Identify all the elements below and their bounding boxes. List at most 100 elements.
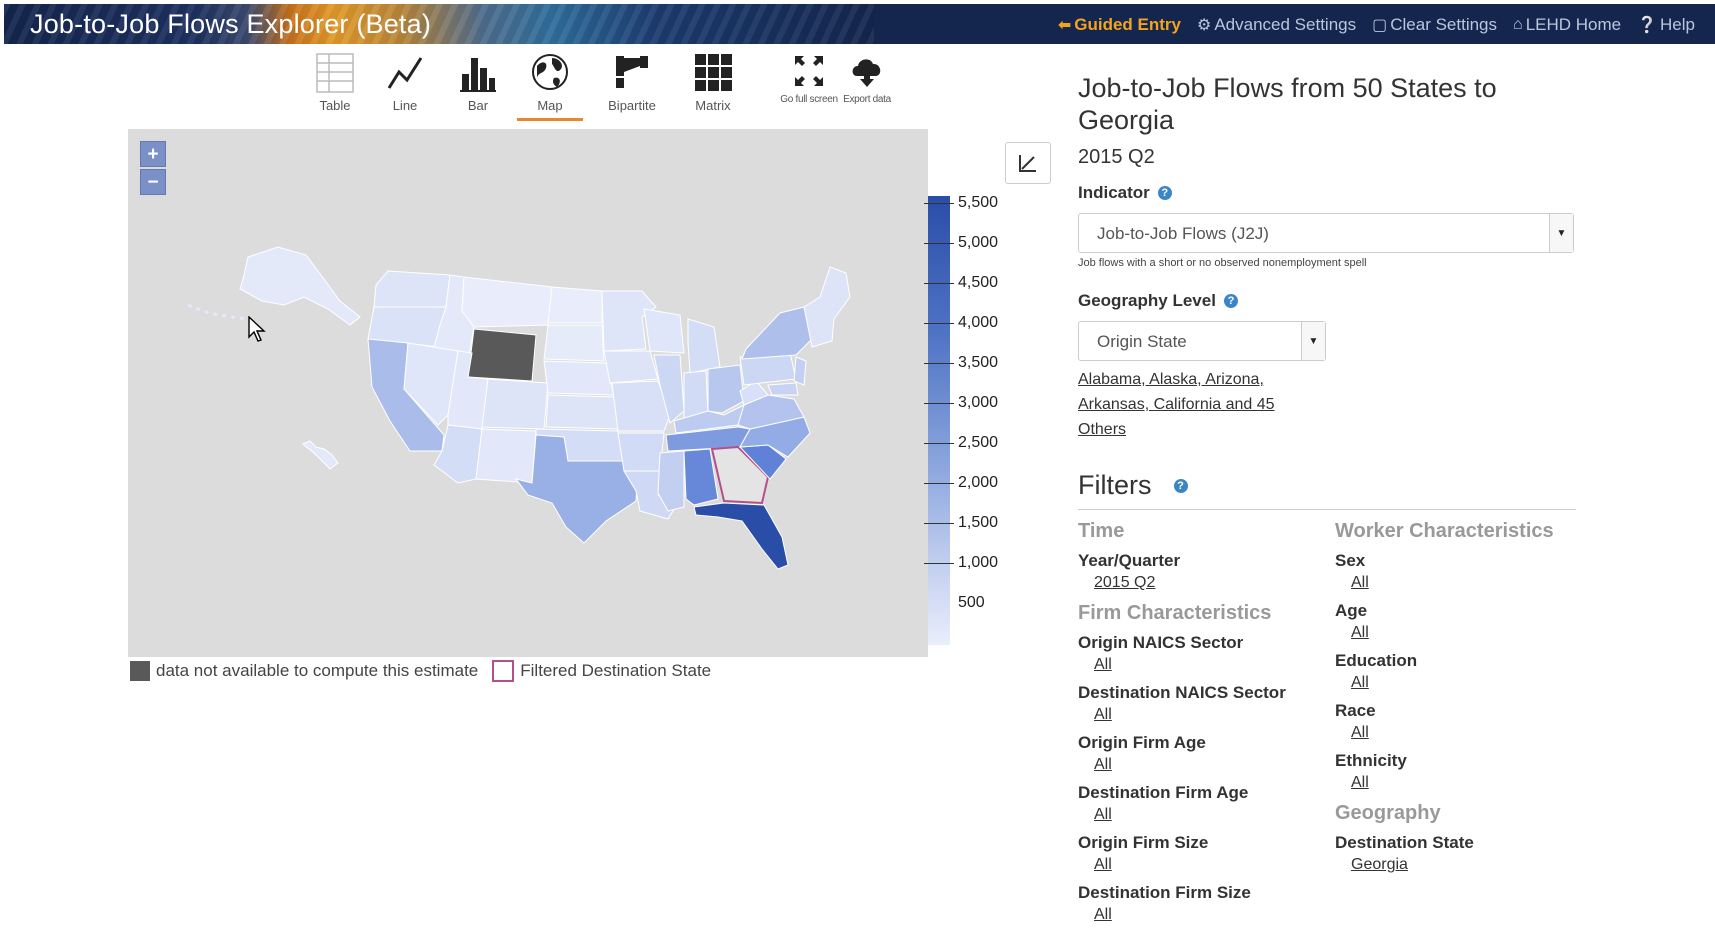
tool-table[interactable]: Table	[300, 52, 370, 113]
state-kansas[interactable]	[545, 394, 619, 430]
settings-panel: Job-to-Job Flows from 50 States to Georg…	[1078, 72, 1578, 933]
state-wisconsin[interactable]	[643, 308, 685, 354]
worker-characteristics-heading: Worker Characteristics	[1335, 520, 1554, 542]
tool-bipartite[interactable]: Bipartite	[597, 52, 667, 113]
mouse-cursor-icon	[248, 316, 266, 342]
ethnicity-label: Ethnicity	[1335, 751, 1407, 770]
state-hawaii[interactable]	[302, 440, 339, 470]
state-new-england[interactable]	[803, 266, 851, 348]
state-florida[interactable]	[693, 502, 789, 570]
year-quarter-value[interactable]: 2015 Q2	[1094, 574, 1335, 592]
sex-label: Sex	[1335, 551, 1366, 570]
state-maryland[interactable]	[767, 382, 799, 396]
sex-value[interactable]: All	[1351, 574, 1575, 592]
filters-grid: Time Year/Quarter 2015 Q2 Firm Character…	[1078, 518, 1578, 933]
tool-export-data[interactable]: Export data	[837, 52, 897, 105]
legend-tick: 4,500	[924, 273, 998, 293]
help-icon[interactable]: ?	[1157, 186, 1172, 200]
us-choropleth-map[interactable]	[128, 129, 928, 657]
help-icon[interactable]: ?	[1223, 294, 1238, 308]
destination-state-value[interactable]: Georgia	[1351, 856, 1575, 874]
zoom-controls: + −	[140, 141, 166, 195]
geography-level-select[interactable]: Origin State ▼	[1078, 321, 1326, 361]
tool-full-screen[interactable]: Go full screen	[775, 52, 843, 105]
state-ohio[interactable]	[707, 364, 745, 414]
indicator-select[interactable]: Job-to-Job Flows (J2J) ▼	[1078, 213, 1574, 253]
origin-states-link[interactable]: Alabama, Alaska, Arizona, Arkansas, Cali…	[1078, 367, 1308, 442]
chevron-down-icon: ▼	[1549, 214, 1573, 252]
zoom-in-button[interactable]: +	[140, 141, 166, 167]
chevron-down-icon: ▼	[1301, 322, 1325, 360]
origin-naics-label: Origin NAICS Sector	[1078, 633, 1244, 652]
state-north-dakota[interactable]	[547, 286, 603, 324]
origin-firm-age-value[interactable]: All	[1094, 756, 1335, 774]
state-washington[interactable]	[373, 270, 451, 308]
legend-tick: 3,500	[924, 353, 998, 373]
nav-lehd-home[interactable]: ⌂ LEHD Home	[1513, 15, 1621, 35]
fullscreen-icon	[795, 56, 823, 86]
state-new-mexico[interactable]	[475, 428, 537, 484]
legend-tick: 2,000	[924, 473, 998, 493]
education-value[interactable]: All	[1351, 674, 1575, 692]
table-icon	[316, 53, 354, 93]
top-bar: Job-to-Job Flows Explorer (Beta) ⬅ Guided…	[4, 4, 1715, 44]
nav-guided-entry[interactable]: ⬅ Guided Entry	[1058, 15, 1181, 35]
destination-naics-value[interactable]: All	[1094, 706, 1335, 724]
filters-heading: Filters ?	[1078, 470, 1576, 510]
legend-tick: 3,000	[924, 393, 998, 413]
origin-firm-size-value[interactable]: All	[1094, 856, 1335, 874]
nav-advanced-settings[interactable]: ⚙ Advanced Settings	[1197, 15, 1356, 35]
filters-left-column: Time Year/Quarter 2015 Q2 Firm Character…	[1078, 518, 1335, 933]
reset-view-button[interactable]	[1005, 142, 1051, 184]
top-nav: ⬅ Guided Entry ⚙ Advanced Settings ▢ Clear …	[1058, 15, 1695, 35]
origin-firm-size-label: Origin Firm Size	[1078, 833, 1209, 852]
bar-chart-icon	[460, 58, 496, 92]
age-label: Age	[1335, 601, 1368, 620]
legend-gradient-bar	[928, 196, 950, 645]
geography-level-label: Geography Level ?	[1078, 291, 1578, 311]
state-arkansas[interactable]	[617, 432, 665, 472]
state-new-york[interactable]	[741, 306, 813, 360]
na-legend-label: data not available to compute this estim…	[156, 661, 479, 680]
origin-naics-value[interactable]: All	[1094, 656, 1335, 674]
tool-line[interactable]: Line	[370, 52, 440, 113]
bipartite-icon	[616, 56, 648, 88]
state-michigan[interactable]	[687, 318, 721, 374]
legend-tick: 5,000	[924, 233, 998, 253]
age-value[interactable]: All	[1351, 624, 1575, 642]
state-montana[interactable]	[461, 276, 553, 328]
state-alabama[interactable]	[683, 448, 719, 506]
line-chart-icon	[387, 57, 423, 89]
destination-firm-age-value[interactable]: All	[1094, 806, 1335, 824]
race-value[interactable]: All	[1351, 724, 1575, 742]
destination-state-label: Destination State	[1335, 833, 1474, 852]
help-circle-icon: ❔	[1637, 17, 1658, 34]
state-nebraska[interactable]	[543, 360, 615, 396]
nav-clear-settings[interactable]: ▢ Clear Settings	[1372, 15, 1497, 35]
tool-matrix[interactable]: Matrix	[678, 52, 748, 113]
education-label: Education	[1335, 651, 1418, 670]
page-title: Job-to-Job Flows from 50 States to Georg…	[1078, 73, 1497, 135]
destination-firm-size-label: Destination Firm Size	[1078, 883, 1251, 902]
state-south-dakota[interactable]	[543, 324, 605, 362]
nav-help[interactable]: ❔ Help	[1637, 15, 1695, 35]
tool-map[interactable]: Map	[515, 52, 585, 121]
state-alaska[interactable]	[239, 246, 361, 326]
map-canvas[interactable]: + −	[128, 129, 928, 657]
destination-firm-size-value[interactable]: All	[1094, 906, 1335, 924]
tool-bar[interactable]: Bar	[443, 52, 513, 113]
state-iowa[interactable]	[603, 350, 659, 384]
zoom-out-button[interactable]: −	[140, 169, 166, 195]
help-icon[interactable]: ?	[1173, 478, 1188, 493]
ethnicity-value[interactable]: All	[1351, 774, 1575, 792]
legend-tick: 2,500	[924, 433, 998, 453]
legend-tick: 5,500	[924, 193, 998, 213]
year-quarter-label: Year/Quarter	[1078, 551, 1181, 570]
indicator-label: Indicator ?	[1078, 183, 1578, 203]
matrix-icon	[695, 54, 732, 91]
legend-tick: 1,500	[924, 513, 998, 533]
filtered-swatch	[492, 660, 515, 682]
indicator-note: Job flows with a short or no observed no…	[1078, 257, 1367, 269]
state-new-jersey[interactable]	[793, 356, 807, 386]
state-colorado[interactable]	[481, 378, 549, 430]
